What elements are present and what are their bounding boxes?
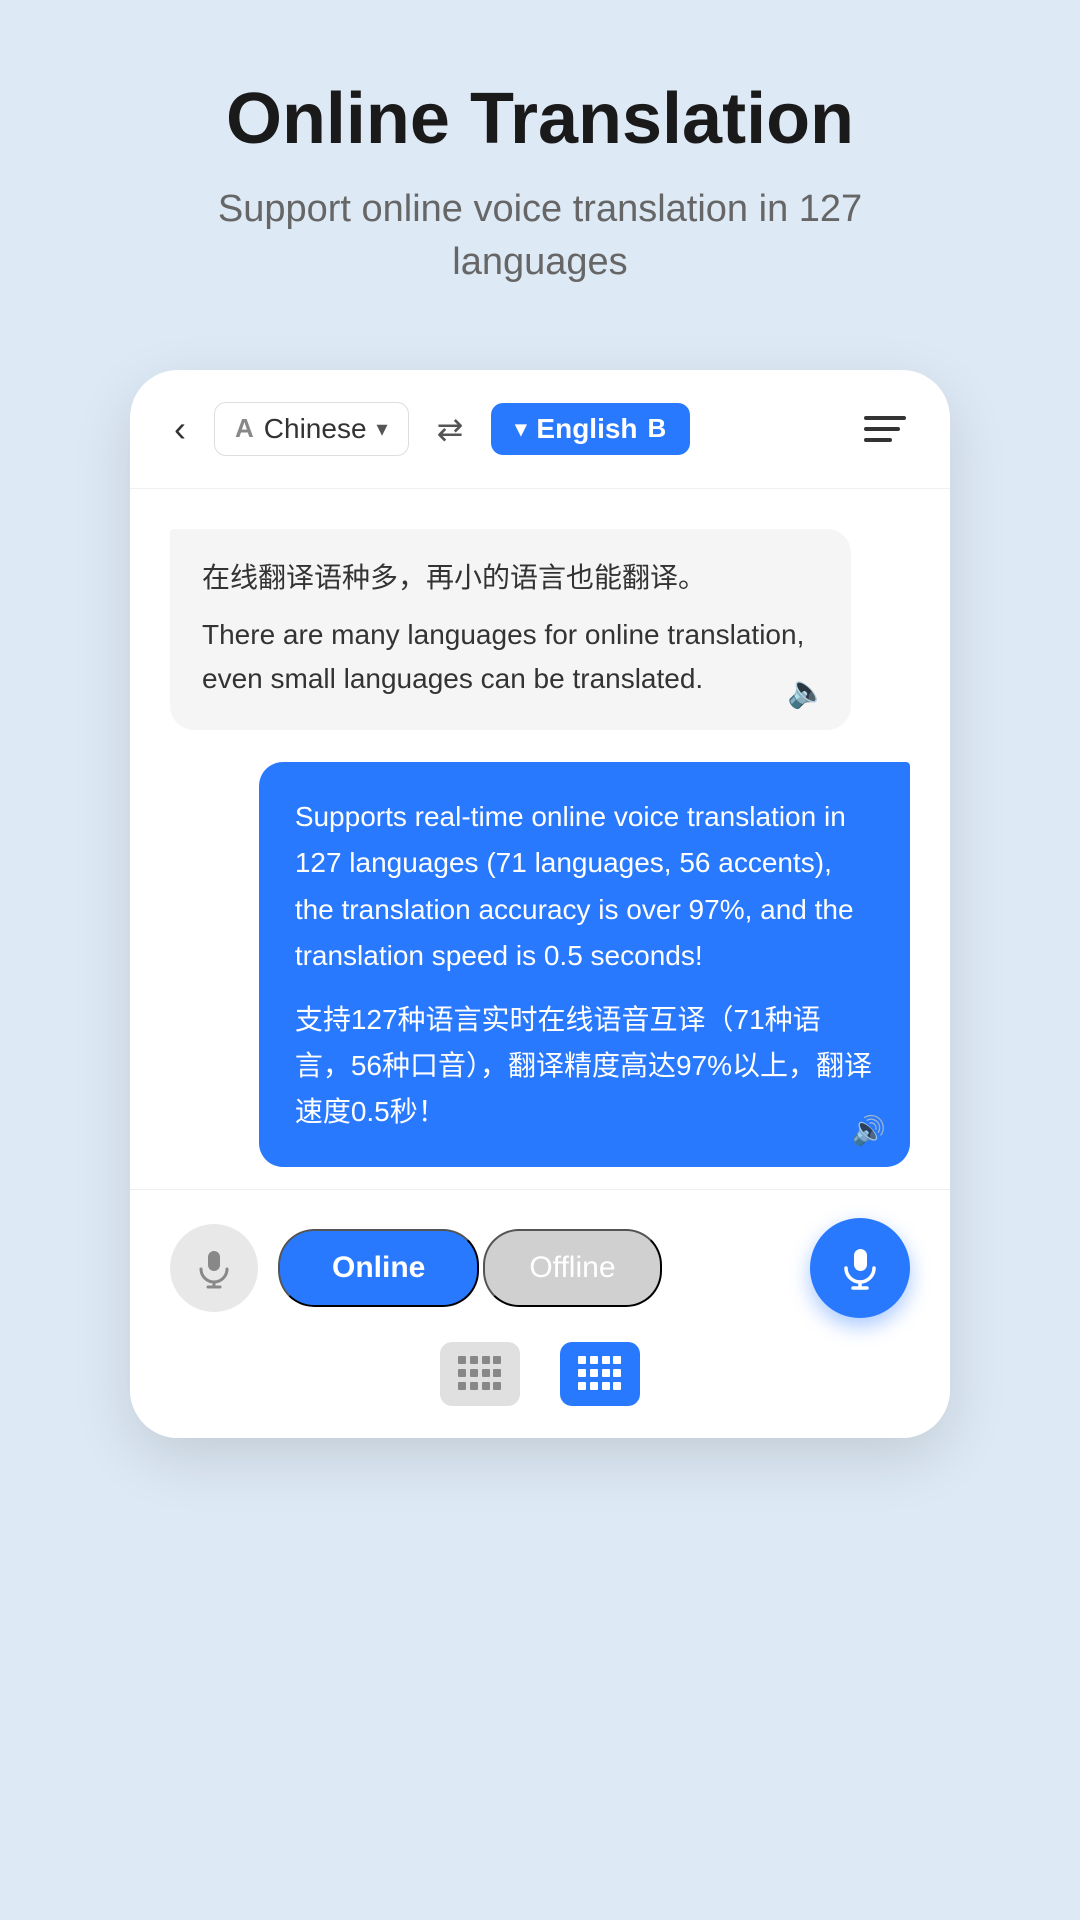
back-button[interactable]: ‹	[166, 404, 194, 454]
lang-b-letter: B	[648, 413, 667, 444]
mic-left-button[interactable]	[170, 1224, 258, 1312]
offline-mode-button[interactable]: Offline	[483, 1229, 661, 1307]
target-language-name: English	[536, 413, 637, 445]
menu-button[interactable]	[856, 408, 914, 450]
mode-toggle: Online Offline	[278, 1229, 790, 1307]
phone-card: ‹ A Chinese ▾ ⇄ ▾ English B 在线翻译语种多，再小的语…	[130, 370, 950, 1438]
page-subtitle: Support online voice translation in 127 …	[200, 183, 880, 289]
speaker-icon[interactable]: 🔈	[787, 672, 827, 710]
page-title: Online Translation	[226, 80, 854, 159]
keyboard-blue-button[interactable]	[560, 1342, 640, 1406]
message-sent: Supports real-time online voice translat…	[259, 762, 910, 1167]
bottom-bar: Online Offline	[130, 1189, 950, 1438]
menu-line	[864, 438, 892, 442]
original-text: 在线翻译语种多，再小的语言也能翻译。	[202, 557, 819, 599]
online-mode-button[interactable]: Online	[278, 1229, 479, 1307]
message-received: 在线翻译语种多，再小的语言也能翻译。 There are many langua…	[170, 529, 851, 731]
message-text-chinese: 支持127种语言实时在线语音互译（71种语言，56种口音），翻译精度高达97%以…	[295, 997, 874, 1136]
source-language-selector[interactable]: A Chinese ▾	[214, 402, 409, 456]
source-language-name: Chinese	[264, 413, 367, 445]
swap-languages-button[interactable]: ⇄	[429, 402, 472, 456]
speaker-icon[interactable]: 🔊	[851, 1114, 886, 1147]
chevron-down-icon: ▾	[515, 416, 526, 442]
menu-line	[864, 427, 900, 431]
menu-line	[864, 416, 906, 420]
mode-row: Online Offline	[170, 1218, 910, 1318]
topbar: ‹ A Chinese ▾ ⇄ ▾ English B	[130, 370, 950, 489]
translated-text: There are many languages for online tran…	[202, 613, 819, 703]
mic-right-button[interactable]	[810, 1218, 910, 1318]
keyboard-row	[170, 1342, 910, 1406]
lang-a-letter: A	[235, 413, 254, 444]
target-language-selector[interactable]: ▾ English B	[491, 403, 690, 455]
chat-area: 在线翻译语种多，再小的语言也能翻译。 There are many langua…	[130, 489, 950, 1189]
chevron-down-icon: ▾	[377, 416, 388, 442]
message-text-english: Supports real-time online voice translat…	[295, 794, 874, 979]
keyboard-gray-button[interactable]	[440, 1342, 520, 1406]
